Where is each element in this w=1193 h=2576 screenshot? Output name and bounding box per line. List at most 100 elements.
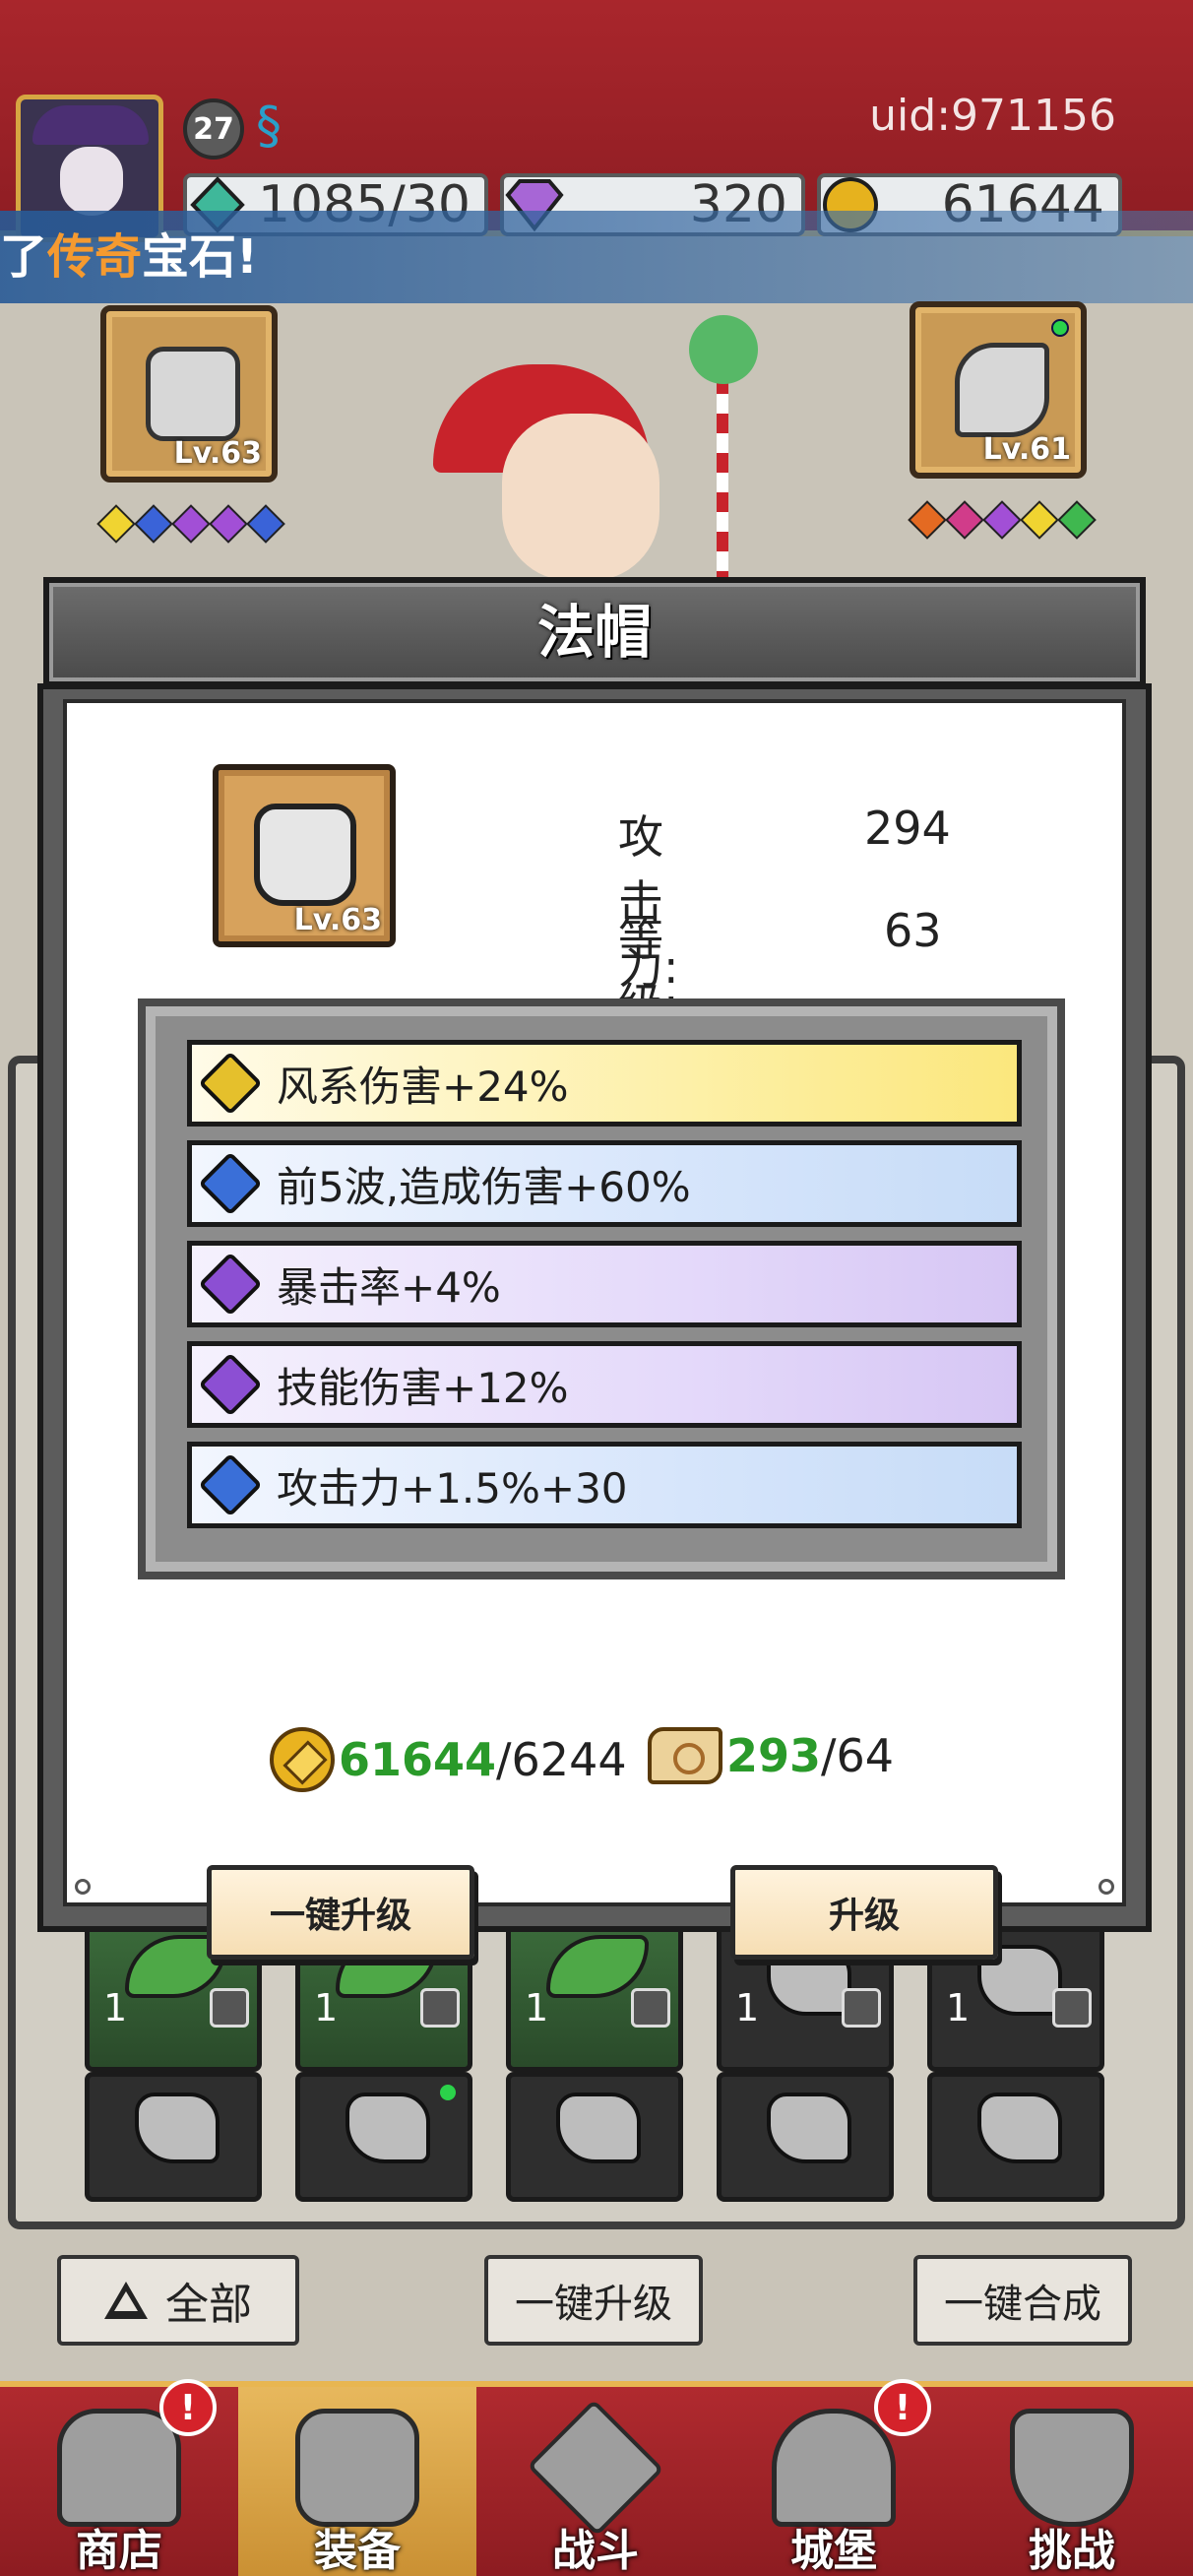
modal-content: Lv.63 攻击力: 294 等 级: 63 风系伤害+24% 前5波,造成伤害… (63, 699, 1126, 1960)
blue-gem-icon (198, 1151, 263, 1216)
yellow-gem-icon (198, 1051, 263, 1116)
character-portrait (502, 414, 659, 581)
castle-tower-icon (772, 2409, 896, 2527)
gold-owned: 61644 (339, 1733, 497, 1786)
blue-gem-icon (198, 1452, 263, 1517)
item-level-badge: Lv.63 (293, 903, 382, 937)
inventory-qty: 1 (103, 1986, 128, 2029)
modal-body: Lv.63 攻击力: 294 等 级: 63 风系伤害+24% 前5波,造成伤害… (37, 683, 1152, 1960)
scroll-required: /64 (821, 1729, 895, 1782)
bulk-merge-button[interactable]: 一键合成 (913, 2255, 1132, 2346)
uid-label: uid:971156 (869, 91, 1116, 141)
item-detail-modal: 法帽 Lv.63 攻击力: 294 等 级: 63 风系伤害+24% (37, 577, 1152, 1960)
marquee-suffix: 宝石! (142, 229, 258, 285)
wizard-hat-icon (254, 804, 356, 906)
new-indicator-dot (1051, 319, 1069, 337)
corner-pin (75, 1879, 91, 1895)
bone-item-icon (955, 343, 1049, 437)
player-level-badge: 27 (183, 98, 244, 160)
inventory-qty: 1 (525, 1986, 549, 2029)
nav-equipment-label: 装备 (314, 2526, 401, 2576)
modal-header: 法帽 (43, 577, 1146, 687)
gem-bonus-line[interactable]: 暴击率+4% (187, 1241, 1022, 1327)
nav-shop-label: 商店 (76, 2526, 162, 2576)
equip-slot-weapon[interactable]: Lv.61 (910, 301, 1087, 479)
nav-equipment[interactable]: 装备 (238, 2387, 476, 2576)
shield-icon (1010, 2409, 1134, 2527)
filter-all-button[interactable]: 全部 (57, 2255, 299, 2346)
gold-coin-icon (270, 1727, 335, 1792)
purple-gem-icon (198, 1352, 263, 1417)
bottom-nav: ! 商店 装备 战斗 ! 城堡 挑战 (0, 2379, 1193, 2576)
equip-slot-level: Lv.63 (173, 436, 262, 471)
modal-title: 法帽 (536, 599, 652, 666)
nav-challenge-label: 挑战 (1029, 2526, 1115, 2576)
inventory-qty: 1 (946, 1986, 971, 2029)
genie-icon[interactable]: § (256, 95, 309, 158)
level-value: 63 (884, 904, 942, 957)
stone-icon (977, 2093, 1062, 2163)
alert-badge: ! (159, 2379, 217, 2436)
avatar-hat (32, 105, 149, 145)
backpack-icon (295, 2409, 419, 2527)
inventory-cell[interactable] (927, 2072, 1104, 2202)
stone-icon (767, 2093, 851, 2163)
equip-slot-hat[interactable]: Lv.63 (100, 305, 278, 483)
inventory-cell[interactable] (717, 2072, 894, 2202)
nav-battle[interactable]: 战斗 (476, 2387, 715, 2576)
gem-bonus-line[interactable]: 攻击力+1.5%+30 (187, 1442, 1022, 1528)
shop-hut-icon (57, 2409, 181, 2527)
alert-badge: ! (874, 2379, 931, 2436)
type-badge-icon (1052, 1988, 1092, 2028)
nav-castle-label: 城堡 (790, 2526, 877, 2576)
attack-value: 294 (864, 802, 951, 855)
inventory-qty: 1 (314, 1986, 339, 2029)
nav-castle[interactable]: ! 城堡 (715, 2379, 953, 2576)
scroll-cost: 293 /64 (648, 1727, 894, 1784)
nav-battle-label: 战斗 (552, 2526, 639, 2576)
gold-required: /6244 (496, 1733, 627, 1786)
gem-bonus-panel: 风系伤害+24% 前5波,造成伤害+60% 暴击率+4% 技能伤害+12% 攻击… (138, 998, 1065, 1579)
inventory-cell[interactable] (506, 2072, 683, 2202)
scroll-icon (648, 1727, 722, 1784)
inventory-qty: 1 (735, 1986, 760, 2029)
gem-bonus-text: 前5波,造成伤害+60% (277, 1162, 691, 1211)
nav-challenge[interactable]: 挑战 (953, 2387, 1191, 2576)
triangle-filter-icon (104, 2282, 148, 2319)
upgrade-all-button[interactable]: 一键升级 (207, 1865, 474, 1960)
hat-gem-sockets (96, 504, 285, 544)
stone-icon (345, 2093, 430, 2163)
type-badge-icon (210, 1988, 249, 2028)
type-badge-icon (842, 1988, 881, 2028)
gem-bonus-line[interactable]: 技能伤害+12% (187, 1341, 1022, 1428)
type-badge-icon (420, 1988, 460, 2028)
gem-bonus-line[interactable]: 风系伤害+24% (187, 1040, 1022, 1127)
inventory-cell[interactable] (295, 2072, 472, 2202)
nav-shop[interactable]: ! 商店 (0, 2379, 238, 2576)
gem-bonus-line[interactable]: 前5波,造成伤害+60% (187, 1140, 1022, 1227)
marquee-prefix: 了 (0, 229, 48, 285)
type-badge-icon (631, 1988, 670, 2028)
corner-pin (1099, 1879, 1114, 1895)
gold-cost: 61644 /6244 (270, 1727, 627, 1792)
purple-gem-icon (198, 1252, 263, 1317)
inventory-cell[interactable] (85, 2072, 262, 2202)
weapon-gem-sockets (908, 500, 1097, 540)
item-icon: Lv.63 (213, 764, 396, 947)
hat-item-icon (146, 347, 240, 441)
equip-slot-level: Lv.61 (982, 432, 1071, 467)
gem-bonus-text: 技能伤害+12% (277, 1363, 569, 1412)
gem-bonus-text: 暴击率+4% (277, 1262, 501, 1312)
gem-bonus-text: 风系伤害+24% (277, 1062, 569, 1111)
stone-icon (556, 2093, 641, 2163)
inventory-cell[interactable]: 1 (506, 1924, 683, 2072)
staff-orb (689, 315, 758, 384)
filter-all-label: 全部 (165, 2280, 252, 2330)
marquee-highlight: 传奇 (47, 229, 143, 285)
upgrade-button[interactable]: 升级 (730, 1865, 998, 1960)
scroll-owned: 293 (726, 1729, 822, 1782)
gem-bonus-text: 攻击力+1.5%+30 (277, 1463, 628, 1513)
bulk-upgrade-button[interactable]: 一键升级 (484, 2255, 703, 2346)
stone-icon (135, 2093, 220, 2163)
announcement-marquee: 了传奇宝石! (0, 211, 1193, 303)
